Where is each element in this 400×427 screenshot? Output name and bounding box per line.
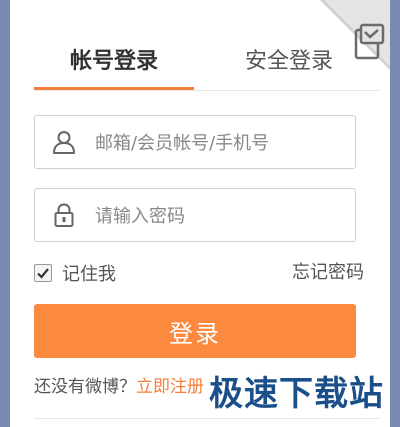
login-button[interactable]: 登录: [34, 304, 356, 358]
bottom-divider: [34, 418, 380, 419]
login-panel: 帐号登录 安全登录 邮箱/会员帐号/手机号 记住我 忘记密码 登录 还没有微博？…: [10, 0, 390, 427]
remember-me[interactable]: 记住我: [34, 260, 116, 286]
lock-icon: [51, 202, 77, 228]
signup-prompt: 还没有微博？: [34, 377, 136, 397]
password-field[interactable]: [34, 188, 356, 242]
password-input[interactable]: [93, 197, 347, 235]
watermark-text: 极速下载站: [209, 374, 384, 414]
login-tabs: 帐号登录 安全登录: [34, 40, 380, 91]
check-icon: [37, 268, 49, 279]
username-field[interactable]: [34, 115, 356, 169]
username-input[interactable]: [93, 124, 347, 162]
user-icon: [51, 129, 77, 155]
remember-checkbox[interactable]: [34, 264, 52, 282]
window-background: 帐号登录 安全登录 邮箱/会员帐号/手机号 记住我 忘记密码 登录 还没有微博？…: [0, 0, 400, 427]
remember-label: 记住我: [62, 264, 116, 285]
signup-row: 还没有微博？立即注册: [34, 374, 204, 400]
signup-link[interactable]: 立即注册: [136, 377, 204, 397]
tab-secure-login[interactable]: 安全登录: [209, 40, 369, 88]
forgot-password-link[interactable]: 忘记密码: [292, 260, 364, 286]
tab-account-login[interactable]: 帐号登录: [34, 40, 194, 90]
